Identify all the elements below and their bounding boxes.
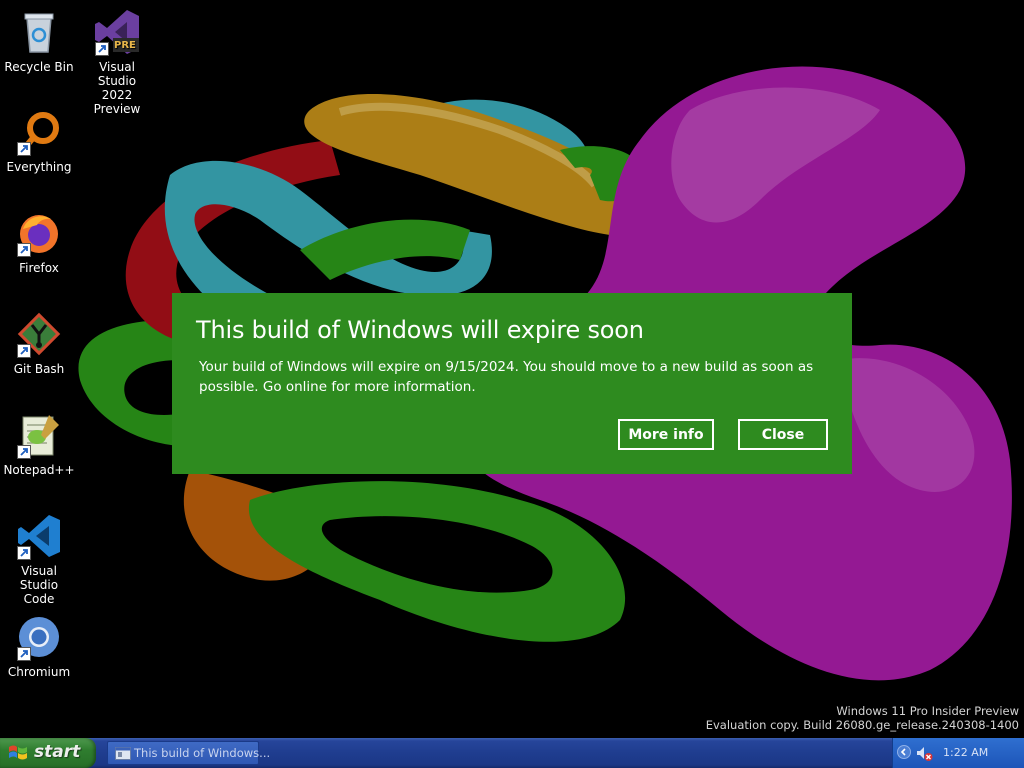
desktop-icon-visual-studio-preview[interactable]: PRE Visual Studio 2022 Preview [79, 8, 155, 116]
watermark-edition: Windows 11 Pro Insider Preview [836, 704, 1019, 718]
desktop-icon-label: Visual Studio 2022 Preview [93, 60, 141, 116]
taskbar: start This build of Windows... 1:22 AM [0, 738, 1024, 768]
desktop-icon-firefox[interactable]: Firefox [1, 209, 77, 275]
desktop-icon-everything[interactable]: Everything [1, 108, 77, 174]
build-expiry-dialog: This build of Windows will expire soon Y… [172, 293, 852, 474]
pre-badge: PRE [114, 40, 136, 51]
desktop-icon-recycle-bin[interactable]: Recycle Bin [1, 8, 77, 74]
start-button[interactable]: start [0, 738, 96, 768]
recycle-bin-icon [24, 13, 54, 53]
volume-muted-icon[interactable] [915, 744, 933, 762]
taskbar-item-expiry-dialog[interactable]: This build of Windows... [107, 741, 270, 765]
shortcut-arrow-icon [17, 445, 31, 459]
more-info-button[interactable]: More info [618, 419, 714, 450]
desktop-icon-git-bash[interactable]: Git Bash [1, 310, 77, 376]
desktop-icon-label: Firefox [19, 261, 59, 275]
watermark-build: Evaluation copy. Build 26080.ge_release.… [705, 718, 1019, 732]
shortcut-arrow-icon [17, 344, 31, 358]
shortcut-arrow-icon [17, 243, 31, 257]
desktop-icon-label: Visual Studio Code [19, 564, 59, 606]
evaluation-watermark: Windows 11 Pro Insider Preview Evaluatio… [706, 704, 1019, 732]
shortcut-arrow-icon [95, 42, 109, 56]
desktop-icon-vscode[interactable]: Visual Studio Code [1, 512, 77, 606]
show-hidden-icons-button[interactable] [897, 745, 911, 759]
desktop-icon-notepad-plus-plus[interactable]: Notepad++ [1, 411, 77, 477]
clock[interactable]: 1:22 AM [943, 746, 988, 759]
shortcut-arrow-icon [17, 142, 31, 156]
desktop-icon-chromium[interactable]: Chromium [1, 613, 77, 679]
desktop-icon-label: Everything [6, 160, 72, 174]
desktop-icon-label: Recycle Bin [4, 60, 74, 74]
start-label: start [34, 742, 81, 762]
dialog-title: This build of Windows will expire soon [196, 316, 644, 344]
taskbar-item-label: This build of Windows... [134, 746, 271, 760]
dialog-message: Your build of Windows will expire on 9/1… [199, 359, 814, 395]
windows-logo-icon [9, 745, 27, 760]
shortcut-arrow-icon [17, 647, 31, 661]
desktop-icon-label: Notepad++ [3, 463, 75, 477]
window-icon [115, 747, 131, 760]
desktop-icon-label: Chromium [7, 665, 71, 679]
system-tray: 1:22 AM [892, 738, 1024, 768]
close-button[interactable]: Close [738, 419, 828, 450]
shortcut-arrow-icon [17, 546, 31, 560]
chevron-left-icon [900, 748, 906, 756]
desktop-icon-label: Git Bash [13, 362, 65, 376]
